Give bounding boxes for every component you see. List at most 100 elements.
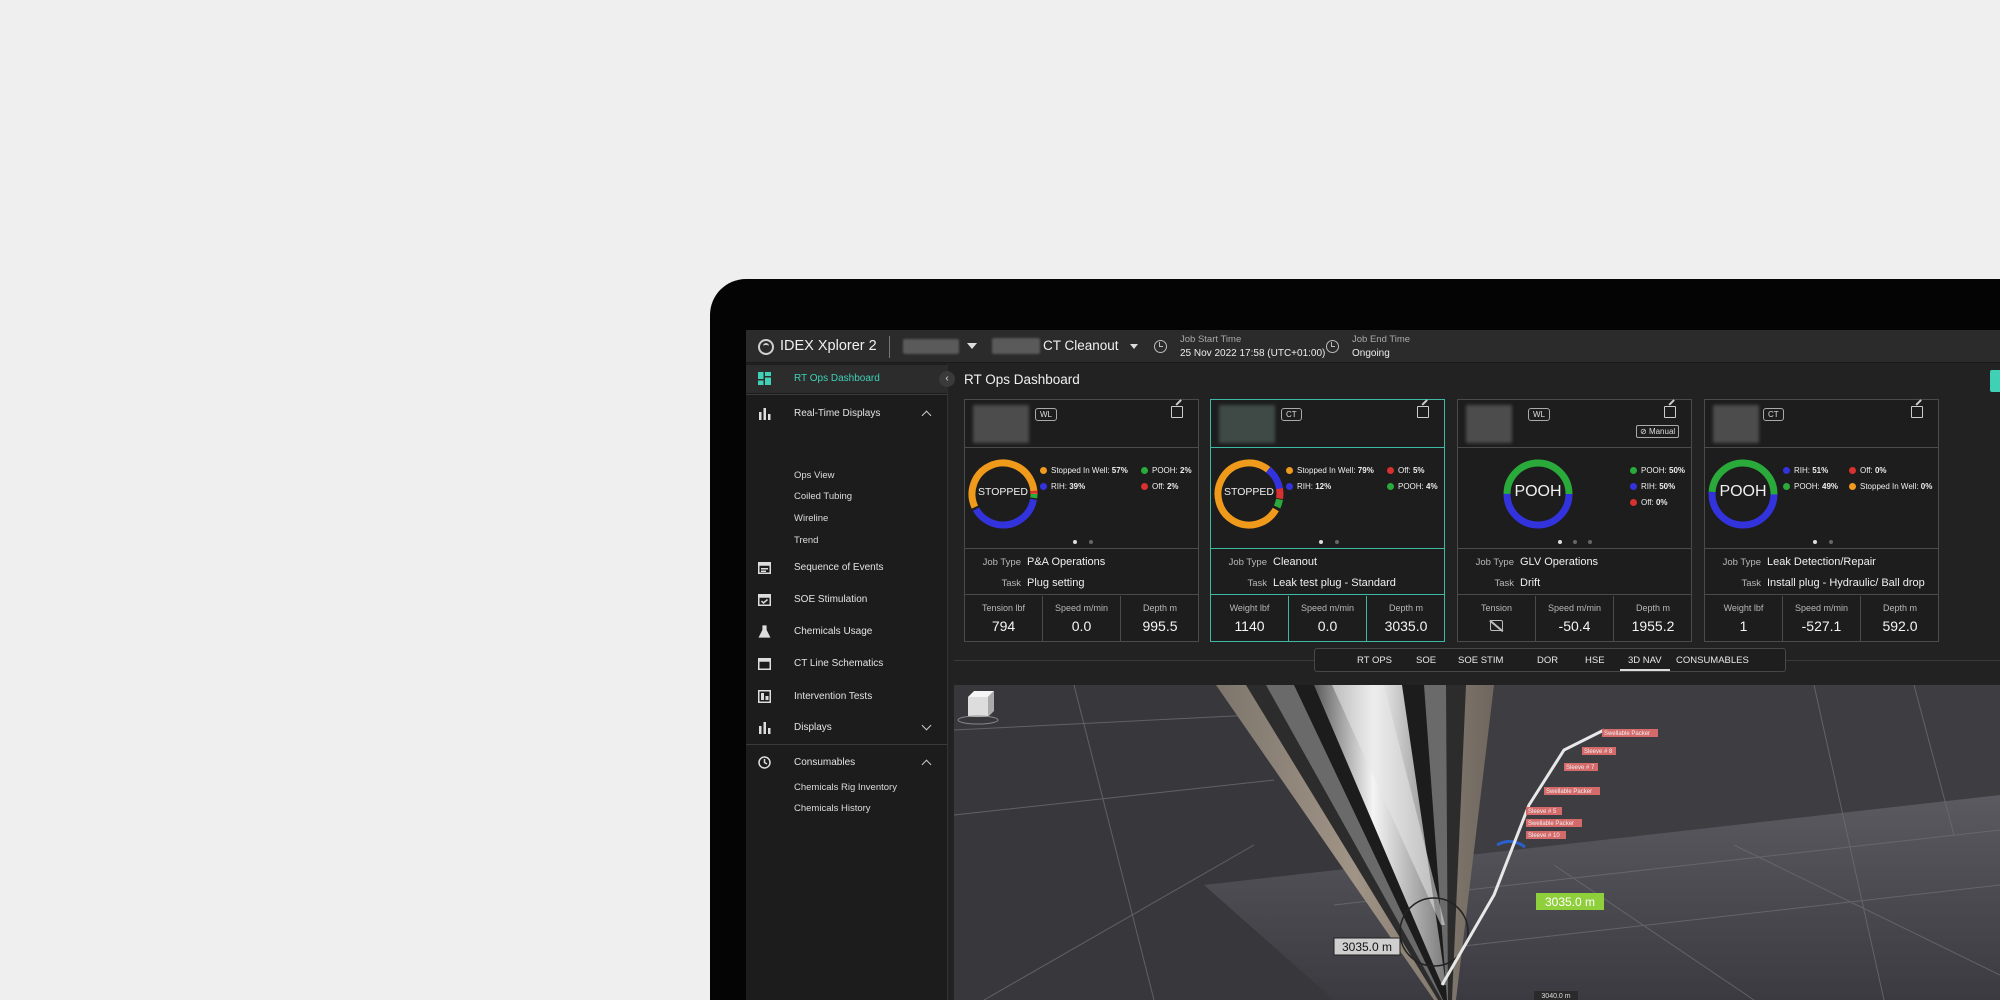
task-label: Task bbox=[1001, 578, 1021, 589]
sidebar-item-soe-stimulation[interactable]: SOE Stimulation bbox=[746, 586, 948, 614]
legend-dot bbox=[1141, 467, 1148, 474]
job-selector[interactable]: CT Cleanout bbox=[1043, 338, 1119, 353]
job-type-label: Job Type bbox=[982, 557, 1021, 568]
legend-item: POOH: 50% bbox=[1630, 466, 1685, 475]
job-start-value: 25 Nov 2022 17:58 (UTC+01:00) bbox=[1180, 348, 1326, 359]
completion-label: Swellable Packer bbox=[1604, 731, 1650, 737]
legend-dot bbox=[1849, 467, 1856, 474]
sidebar-item-intervention-tests[interactable]: Intervention Tests bbox=[746, 683, 948, 711]
tab-hse[interactable]: HSE bbox=[1585, 655, 1605, 666]
legend-item: RIH: 39% bbox=[1040, 482, 1085, 491]
job-type-value: Leak Detection/Repair bbox=[1767, 556, 1876, 568]
well-selector[interactable] bbox=[903, 339, 959, 354]
well-dropdown-caret-icon[interactable] bbox=[967, 343, 977, 349]
pager-dot[interactable] bbox=[1573, 540, 1577, 544]
completion-label: Swellable Packer bbox=[1528, 821, 1574, 827]
pager-dot[interactable] bbox=[1335, 540, 1339, 544]
sidebar-subitem-wireline[interactable]: Wireline bbox=[794, 513, 828, 524]
pager-dot[interactable] bbox=[1073, 540, 1077, 544]
job-type-label: Job Type bbox=[1228, 557, 1267, 568]
depth-tag-main-text: 3035.0 m bbox=[1545, 895, 1595, 909]
legend-dot bbox=[1387, 483, 1394, 490]
tab-rt-ops[interactable]: RT OPS bbox=[1357, 655, 1392, 666]
sidebar-subitem-trend[interactable]: Trend bbox=[794, 535, 818, 546]
sidebar-item-ct-line-schematics[interactable]: CT Line Schematics bbox=[746, 650, 948, 678]
legend-item: POOH: 2% bbox=[1141, 466, 1192, 475]
open-external-icon[interactable] bbox=[1911, 406, 1923, 418]
card-info: Job Type Leak Detection/Repair Task Inst… bbox=[1705, 548, 1938, 595]
sidebar-subitem-chemicals-rig-inventory[interactable]: Chemicals Rig Inventory bbox=[794, 782, 897, 793]
pager-dot[interactable] bbox=[1588, 540, 1592, 544]
app-screen: IDEX Xplorer 2 CT Cleanout Job Start Tim… bbox=[746, 330, 2000, 1000]
side-panel-toggle[interactable] bbox=[1990, 370, 2000, 392]
sidebar-item-real-time-displays[interactable]: Real-Time Displays bbox=[746, 400, 948, 428]
legend-item: Stopped In Well: 57% bbox=[1040, 466, 1128, 475]
pager-dot[interactable] bbox=[1319, 540, 1323, 544]
status-label: STOPPED bbox=[1224, 486, 1274, 498]
3d-navigation-viewport[interactable]: 3035.0 m 3035.0 m 3040.0 m Swellable Pac… bbox=[954, 685, 2000, 1000]
open-external-icon[interactable] bbox=[1171, 406, 1183, 418]
manual-icon: ⊘ bbox=[1640, 427, 1647, 436]
pager-dot[interactable] bbox=[1813, 540, 1817, 544]
sidebar-item-label: Chemicals Usage bbox=[794, 626, 873, 637]
tab-soe[interactable]: SOE bbox=[1416, 655, 1436, 666]
legend-item: POOH: 4% bbox=[1387, 482, 1438, 491]
sidebar-item-label: RT Ops Dashboard bbox=[794, 373, 880, 384]
metric-cell: Weight lbf 1 bbox=[1705, 596, 1783, 641]
job-card[interactable]: WL STOPPED Stopped In Well: 57% POOH: 2%… bbox=[964, 399, 1199, 642]
job-card[interactable]: CT POOH RIH: 51% Off: 0% POOH: 49% Stopp… bbox=[1704, 399, 1939, 642]
sidebar-item-chemicals-usage[interactable]: Chemicals Usage bbox=[746, 618, 948, 646]
legend-dot bbox=[1286, 483, 1293, 490]
open-external-icon[interactable] bbox=[1417, 406, 1429, 418]
task-value: Drift bbox=[1520, 577, 1541, 589]
legend-item: Stopped In Well: 79% bbox=[1286, 466, 1374, 475]
tab-dor[interactable]: DOR bbox=[1537, 655, 1558, 666]
legend-dot bbox=[1286, 467, 1293, 474]
tab-soe-stim[interactable]: SOE STIM bbox=[1458, 655, 1503, 666]
sidebar-subitem-coiled-tubing[interactable]: Coiled Tubing bbox=[794, 491, 852, 502]
well-thumbnail bbox=[1466, 405, 1512, 443]
sidebar-item-consumables[interactable]: Consumables bbox=[746, 749, 948, 777]
legend-dot bbox=[1630, 467, 1637, 474]
view-tab-bar: RT OPS SOE SOE STIM DOR HSE 3D NAV CONSU… bbox=[1314, 648, 1786, 672]
task-value: Plug setting bbox=[1027, 577, 1085, 589]
job-end-value: Ongoing bbox=[1352, 348, 1390, 359]
collapse-sidebar-chevron-icon[interactable]: ‹ bbox=[939, 371, 955, 387]
legend-dot bbox=[1630, 483, 1637, 490]
manual-mode-badge: ⊘ Manual bbox=[1636, 425, 1680, 438]
pager-dot[interactable] bbox=[1829, 540, 1833, 544]
chevron-down-icon[interactable] bbox=[921, 720, 932, 731]
tab-consumables[interactable]: CONSUMABLES bbox=[1676, 655, 1749, 666]
job-type-label: Job Type bbox=[1475, 557, 1514, 568]
job-start-label: Job Start Time bbox=[1180, 334, 1242, 345]
clock-icon bbox=[1154, 340, 1167, 353]
metric-cell: Depth m 592.0 bbox=[1882, 603, 1918, 634]
sidebar-subitem-ops-view[interactable]: Ops View bbox=[794, 470, 834, 481]
header-divider bbox=[889, 336, 890, 358]
sidebar-subitem-chemicals-history[interactable]: Chemicals History bbox=[794, 803, 871, 814]
chevron-up-icon[interactable] bbox=[921, 410, 932, 421]
pager-dot[interactable] bbox=[1558, 540, 1562, 544]
calendar-icon bbox=[758, 658, 771, 670]
job-card[interactable]: WL ⊘ Manual POOH POOH: 50% RIH: 50% Off:… bbox=[1457, 399, 1692, 642]
metric-cell: Speed m/min -50.4 bbox=[1536, 596, 1614, 641]
legend-item: Stopped In Well: 0% bbox=[1849, 482, 1932, 491]
job-dropdown-caret-icon[interactable] bbox=[1130, 344, 1138, 349]
task-label: Task bbox=[1247, 578, 1267, 589]
job-card[interactable]: CT STOPPED Stopped In Well: 79% Off: 5% … bbox=[1210, 399, 1445, 642]
legend-dot bbox=[1141, 483, 1148, 490]
metric-cell: Tension bbox=[1458, 596, 1536, 641]
legend-item: Off: 2% bbox=[1141, 482, 1179, 491]
job-selector-prefix[interactable] bbox=[992, 338, 1040, 354]
legend-dot bbox=[1849, 483, 1856, 490]
chevron-up-icon[interactable] bbox=[921, 759, 932, 770]
open-external-icon[interactable] bbox=[1664, 406, 1676, 418]
legend-item: RIH: 12% bbox=[1286, 482, 1331, 491]
sidebar-item-rt-ops-dashboard[interactable]: RT Ops Dashboard bbox=[746, 365, 948, 393]
sidebar-item-displays[interactable]: Displays bbox=[746, 714, 948, 742]
bar-chart-icon bbox=[759, 722, 771, 734]
unit-type-badge: WL bbox=[1528, 408, 1550, 421]
sidebar-item-sequence-of-events[interactable]: Sequence of Events bbox=[746, 554, 948, 582]
tab-3d-nav[interactable]: 3D NAV bbox=[1620, 655, 1670, 671]
pager-dot[interactable] bbox=[1089, 540, 1093, 544]
